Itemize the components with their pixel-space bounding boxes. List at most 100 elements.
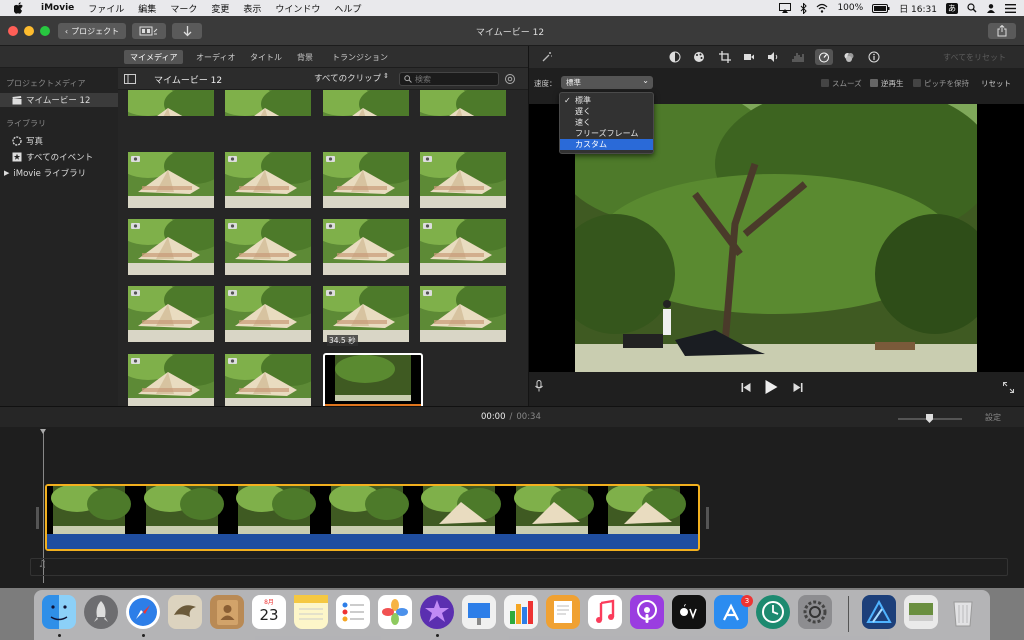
clip-thumbnail[interactable]: [225, 152, 311, 208]
speed-option-fast[interactable]: 速く: [560, 117, 653, 128]
dock-contacts[interactable]: [210, 595, 244, 629]
music-track[interactable]: [30, 558, 1008, 576]
dock-reminders[interactable]: [336, 595, 370, 629]
share-button[interactable]: [988, 23, 1016, 39]
playhead-marker-icon[interactable]: [40, 429, 46, 434]
clip-trim-handle-left[interactable]: [36, 507, 39, 529]
speed-option-freeze-frame[interactable]: フリーズフレーム: [560, 128, 653, 139]
clip-thumbnail[interactable]: [225, 354, 311, 410]
tab-titles[interactable]: タイトル: [244, 50, 288, 64]
dock-mail[interactable]: [168, 595, 202, 629]
clip-thumbnail[interactable]: [323, 353, 423, 409]
tab-audio[interactable]: オーディオ: [190, 50, 241, 64]
notification-center-icon[interactable]: [1005, 3, 1016, 13]
clip-thumbnail[interactable]: [420, 219, 506, 275]
tab-my-media[interactable]: マイメディア: [124, 50, 184, 64]
spotlight-icon[interactable]: [967, 3, 977, 13]
fullscreen-icon[interactable]: [1003, 382, 1014, 393]
battery-icon[interactable]: [872, 3, 890, 13]
sidebar-item-imovie-library[interactable]: ▶ iMovie ライブラリ: [0, 166, 118, 180]
search-field[interactable]: [399, 72, 499, 86]
clip-trim-handle-right[interactable]: [706, 507, 709, 529]
volume-icon[interactable]: [767, 51, 779, 63]
import-button[interactable]: [172, 23, 202, 39]
back-to-projects-button[interactable]: ‹ プロジェクト: [58, 23, 126, 39]
clip-thumbnail[interactable]: [323, 286, 409, 342]
dock-notes[interactable]: [294, 595, 328, 629]
airplay-icon[interactable]: [779, 3, 792, 13]
dock-keynote[interactable]: [462, 595, 496, 629]
media-library-button[interactable]: [132, 23, 166, 39]
close-window-button[interactable]: [8, 26, 18, 36]
dock-numbers[interactable]: [504, 595, 538, 629]
dock-photos[interactable]: [378, 595, 412, 629]
play-icon[interactable]: [765, 380, 778, 394]
dock-apple-tv[interactable]: [672, 595, 706, 629]
zoom-slider-knob[interactable]: [926, 414, 933, 423]
microphone-icon[interactable]: [535, 380, 543, 392]
smooth-checkbox[interactable]: [821, 79, 829, 87]
clip-thumbnail[interactable]: [128, 286, 214, 342]
wifi-icon[interactable]: [816, 3, 828, 13]
video-filter-icon[interactable]: [843, 51, 855, 63]
sidebar-item-all-events[interactable]: すべてのイベント: [0, 150, 118, 164]
sidebar-item-project[interactable]: マイムービー 12: [0, 93, 118, 107]
dock-launchpad[interactable]: [84, 595, 118, 629]
menu-window[interactable]: ウインドウ: [275, 2, 320, 15]
timeline-settings-button[interactable]: 設定: [985, 412, 1001, 423]
input-mode-indicator[interactable]: あ: [946, 2, 958, 14]
menu-file[interactable]: ファイル: [88, 2, 124, 15]
clip-thumbnail[interactable]: [323, 152, 409, 208]
menu-modify[interactable]: 変更: [211, 2, 229, 15]
clip-thumbnail[interactable]: [323, 90, 409, 116]
stabilization-camera-icon[interactable]: [743, 51, 755, 63]
dock-affinity[interactable]: [862, 595, 896, 629]
speed-option-slow[interactable]: 遅く: [560, 106, 653, 117]
dock-finder[interactable]: [42, 595, 76, 629]
zoom-window-button[interactable]: [40, 26, 50, 36]
tab-backgrounds[interactable]: 背景: [291, 50, 319, 64]
zoom-slider[interactable]: [898, 414, 962, 423]
clip-thumbnail[interactable]: [225, 286, 311, 342]
menu-app-name[interactable]: iMovie: [41, 3, 74, 13]
speed-popup[interactable]: 標準 ⌄: [561, 76, 653, 89]
speed-option-custom[interactable]: カスタム: [560, 139, 653, 150]
menu-view[interactable]: 表示: [243, 2, 261, 15]
bluetooth-icon[interactable]: [800, 2, 808, 14]
color-balance-icon[interactable]: [669, 51, 681, 63]
clip-thumbnail[interactable]: [225, 219, 311, 275]
clip-thumbnail[interactable]: [128, 90, 214, 116]
reset-speed-button[interactable]: リセット: [981, 78, 1011, 89]
color-palette-icon[interactable]: [693, 51, 705, 63]
dock-system-preferences[interactable]: [798, 595, 832, 629]
dock-calendar[interactable]: 8月 23: [252, 595, 286, 629]
clip-thumbnail[interactable]: [420, 90, 506, 116]
apple-menu-icon[interactable]: [12, 2, 26, 14]
reset-all-button[interactable]: すべてをリセット: [943, 52, 1006, 63]
dock-pages[interactable]: [546, 595, 580, 629]
timeline-clip[interactable]: [45, 484, 700, 551]
keep-pitch-checkbox[interactable]: [913, 79, 921, 87]
magic-wand-icon[interactable]: [541, 51, 553, 63]
settings-gear-icon[interactable]: [504, 73, 516, 85]
search-input[interactable]: [415, 74, 495, 84]
equalizer-icon[interactable]: [792, 51, 804, 63]
dock-preview-stack[interactable]: [904, 595, 938, 629]
dock-imovie[interactable]: [420, 595, 454, 629]
skip-back-icon[interactable]: [741, 383, 751, 392]
skip-forward-icon[interactable]: [793, 383, 803, 392]
user-icon[interactable]: [986, 3, 996, 13]
clip-thumbnail[interactable]: [128, 354, 214, 410]
clip-thumbnail[interactable]: [323, 219, 409, 275]
menu-mark[interactable]: マーク: [170, 2, 197, 15]
sidebar-item-photos[interactable]: 写真: [0, 134, 118, 148]
dock-trash[interactable]: [946, 595, 980, 629]
info-icon[interactable]: [868, 51, 880, 63]
disclosure-triangle-icon[interactable]: ▶: [4, 169, 9, 177]
speed-option-normal[interactable]: ✓ 標準: [560, 95, 653, 106]
menu-help[interactable]: ヘルプ: [334, 2, 361, 15]
tab-transitions[interactable]: トランジション: [326, 50, 394, 64]
clip-thumbnail[interactable]: [420, 152, 506, 208]
clock[interactable]: 日 16:31: [899, 2, 937, 15]
reverse-checkbox[interactable]: [870, 79, 878, 87]
